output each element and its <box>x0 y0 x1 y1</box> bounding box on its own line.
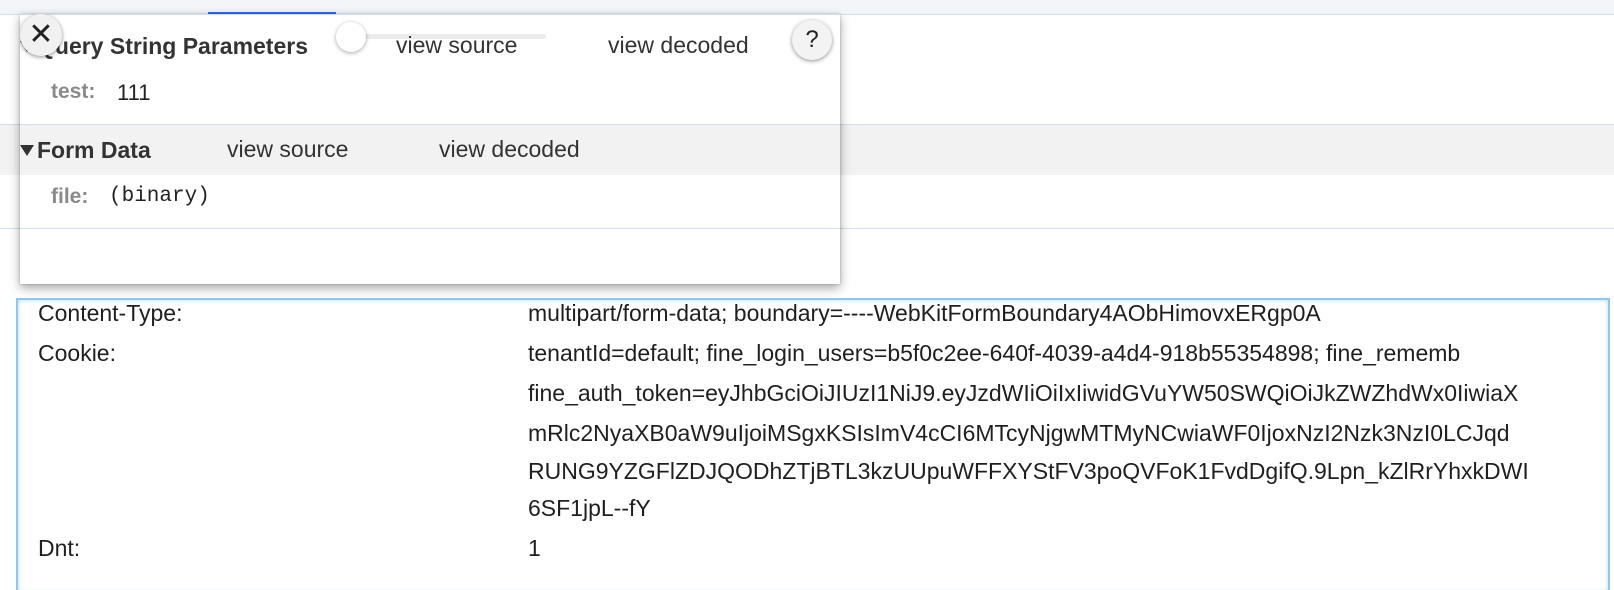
slider-thumb[interactable] <box>336 22 366 52</box>
view-decoded-link[interactable]: view decoded <box>439 136 580 163</box>
help-icon[interactable]: ? <box>792 20 832 60</box>
disclosure-triangle-icon <box>20 144 34 156</box>
header-value: 1 <box>528 535 541 561</box>
close-glyph: ✕ <box>28 18 54 51</box>
section-divider <box>20 228 840 229</box>
form-data-header[interactable]: Form Data <box>20 135 151 165</box>
header-value-line: tenantId=default; fine_login_users=b5f0c… <box>528 340 1461 366</box>
header-value-line: RUNG9YZGFlZDJQODhZTjBTL3kzUUpuWFFXYStFV3… <box>528 458 1529 484</box>
section-divider <box>20 14 840 15</box>
param-value: (binary) <box>109 185 210 208</box>
param-key: file: <box>51 185 89 208</box>
close-icon[interactable]: ✕ <box>20 14 62 56</box>
section-title: Form Data <box>37 136 151 163</box>
view-source-link[interactable]: view source <box>396 32 517 59</box>
param-key: test: <box>51 80 96 103</box>
section-title: Query String Parameters <box>37 32 309 59</box>
payload-popup: Query String Parameters view source view… <box>20 14 840 284</box>
header-value: multipart/form-data; boundary=----WebKit… <box>528 300 1321 326</box>
request-headers-panel: Content-Type: multipart/form-data; bound… <box>16 298 1610 590</box>
devtools-page: Query String Parameters view source view… <box>0 0 1614 590</box>
header-name: Cookie: <box>38 340 116 366</box>
header-value-line: fine_auth_token=eyJhbGciOiJIUzI1NiJ9.eyJ… <box>528 380 1519 406</box>
header-name: Dnt: <box>38 535 81 561</box>
header-value-line: mRlc2NyaXB0aW9uIjoiMSgxKSIsImV4cCI6MTcyN… <box>528 420 1510 446</box>
query-string-parameters-header[interactable]: Query String Parameters <box>20 31 308 61</box>
header-name: Content-Type: <box>38 300 183 326</box>
help-glyph: ? <box>805 26 819 53</box>
param-value: 111 <box>117 80 151 105</box>
view-decoded-link[interactable]: view decoded <box>608 32 749 59</box>
view-source-link[interactable]: view source <box>227 136 348 163</box>
header-value-line: 6SF1jpL--fY <box>528 495 651 521</box>
